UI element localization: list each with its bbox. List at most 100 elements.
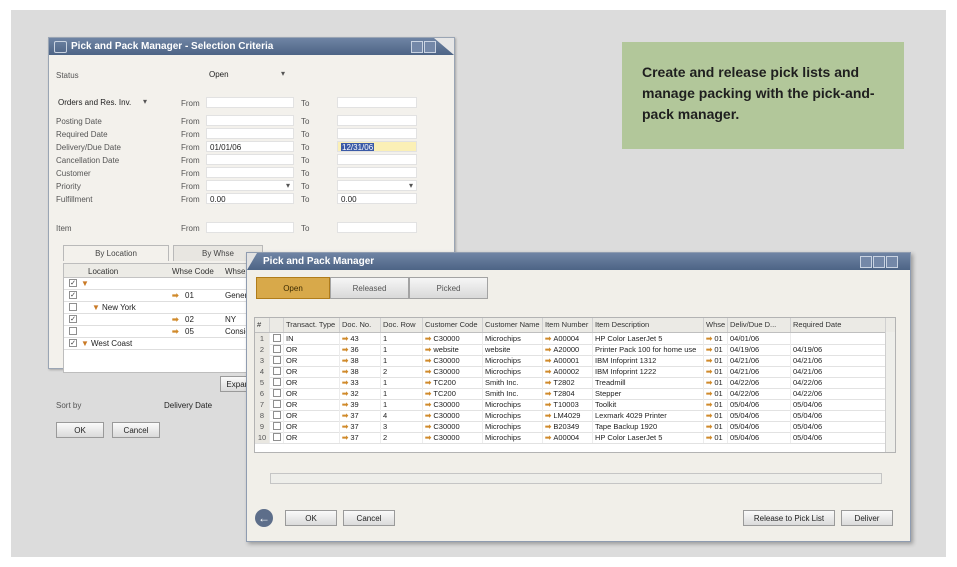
cell-text: IBM Infoprint 1222 xyxy=(595,367,657,376)
location-row[interactable]: ✓ ➡ 01 General xyxy=(64,290,262,302)
cancel-button[interactable]: Cancel xyxy=(343,510,395,526)
link-arrow-icon[interactable]: ➡ xyxy=(172,327,179,336)
tab-released[interactable]: Released xyxy=(330,277,409,299)
row-checkbox[interactable] xyxy=(273,378,281,386)
row-checkbox[interactable] xyxy=(69,303,77,311)
location-row[interactable]: ✓ ▼ xyxy=(64,278,262,290)
criteria-from-field[interactable] xyxy=(206,154,294,165)
selection-window-titlebar[interactable]: Pick and Pack Manager - Selection Criter… xyxy=(49,38,454,55)
row-checkbox[interactable]: ✓ xyxy=(69,339,77,347)
row-checkbox[interactable] xyxy=(273,356,281,364)
col-header-customer-name[interactable]: Customer Name xyxy=(483,318,543,332)
manager-window-titlebar[interactable]: Pick and Pack Manager xyxy=(247,253,910,270)
minimize-icon[interactable] xyxy=(860,256,872,268)
criteria-from-field[interactable] xyxy=(206,115,294,126)
row-checkbox[interactable] xyxy=(273,411,281,419)
back-arrow-icon[interactable]: ← xyxy=(255,509,273,527)
col-header-item-number[interactable]: Item Number xyxy=(543,318,593,332)
col-header-doc-row[interactable]: Doc. Row xyxy=(381,318,423,332)
criteria-to-field[interactable] xyxy=(337,115,417,126)
fulfillment-from-field[interactable]: 0.00 xyxy=(206,193,294,204)
maximize-icon[interactable] xyxy=(873,256,885,268)
cell-required-date: 05/04/06 xyxy=(791,410,886,421)
row-checkbox[interactable] xyxy=(273,334,281,342)
tree-expand-icon[interactable]: ▼ xyxy=(81,279,89,288)
doc-from-field[interactable] xyxy=(206,97,294,108)
cancel-button[interactable]: Cancel xyxy=(112,422,160,438)
criteria-from-field[interactable]: 01/01/06 xyxy=(206,141,294,152)
tab-open[interactable]: Open xyxy=(256,277,330,299)
col-header-select[interactable] xyxy=(270,318,284,332)
cell-text: Tape Backup 1920 xyxy=(595,422,658,431)
priority-to-dropdown[interactable] xyxy=(337,180,417,191)
row-checkbox[interactable] xyxy=(273,345,281,353)
ok-button[interactable]: OK xyxy=(285,510,337,526)
cell-text: 10 xyxy=(257,433,267,442)
row-checkbox[interactable] xyxy=(69,327,77,335)
tab-picked[interactable]: Picked xyxy=(409,277,488,299)
location-row[interactable]: ✓ ▼ West Coast xyxy=(64,338,262,350)
cell-whse: ➡ 01 xyxy=(704,399,728,410)
cell-text: OR xyxy=(286,433,298,442)
deliver-button[interactable]: Deliver xyxy=(841,510,893,526)
col-header-doc-no[interactable]: Doc. No. xyxy=(340,318,381,332)
tree-expand-icon[interactable]: ▼ xyxy=(92,303,100,312)
cell-doc-no: ➡ 37 xyxy=(340,410,381,421)
row-checkbox[interactable] xyxy=(273,400,281,408)
vertical-scrollbar[interactable] xyxy=(885,332,895,452)
location-row[interactable]: ▼ New York xyxy=(64,302,262,314)
col-header-item-description[interactable]: Item Description xyxy=(593,318,704,332)
criteria-to-field[interactable] xyxy=(337,154,417,165)
doc-to-field[interactable] xyxy=(337,97,417,108)
cell-text: 04/01/06 xyxy=(730,334,760,343)
item-from-field[interactable] xyxy=(206,222,294,233)
close-icon[interactable] xyxy=(424,41,436,53)
link-arrow-icon[interactable]: ➡ xyxy=(172,315,179,324)
row-checkbox[interactable]: ✓ xyxy=(69,279,77,287)
doc-type-dropdown[interactable]: Orders and Res. Inv. xyxy=(55,97,150,108)
priority-from-dropdown[interactable] xyxy=(206,180,294,191)
cell-text: 38 xyxy=(350,367,359,376)
cell-deliv-due-date: 04/19/06 xyxy=(728,344,791,355)
item-to-field[interactable] xyxy=(337,222,417,233)
fulfillment-to-field[interactable]: 0.00 xyxy=(337,193,417,204)
from-label: From xyxy=(181,195,200,204)
col-header-deliv-due-date[interactable]: Deliv/Due D... xyxy=(728,318,791,332)
minimize-icon[interactable] xyxy=(411,41,423,53)
location-row[interactable]: ✓ ➡ 02 NY xyxy=(64,314,262,326)
col-header-whse[interactable]: Whse xyxy=(704,318,728,332)
cell-text: B20349 xyxy=(553,422,580,431)
row-checkbox[interactable] xyxy=(273,389,281,397)
link-arrow-icon[interactable]: ➡ xyxy=(172,291,179,300)
row-checkbox[interactable] xyxy=(273,433,281,441)
cell-customer-code: ➡ C30000 xyxy=(423,410,483,421)
cell-row-select xyxy=(270,399,284,410)
tree-expand-icon[interactable]: ▼ xyxy=(81,339,89,348)
release-to-pick-list-button[interactable]: Release to Pick List xyxy=(743,510,835,526)
close-icon[interactable] xyxy=(886,256,898,268)
app-icon xyxy=(54,41,67,53)
criteria-from-field[interactable] xyxy=(206,167,294,178)
row-checkbox[interactable] xyxy=(273,422,281,430)
col-header-customer-code[interactable]: Customer Code xyxy=(423,318,483,332)
sort-by-value[interactable]: Delivery Date xyxy=(164,401,212,410)
location-row[interactable]: ➡ 05 Consignment xyxy=(64,326,262,338)
cell-text: Lexmark 4029 Printer xyxy=(595,411,667,420)
col-header-transact-type[interactable]: Transact. Type xyxy=(284,318,340,332)
row-checkbox[interactable] xyxy=(273,367,281,375)
delivery-to-field[interactable]: 12/31/06 xyxy=(337,141,417,152)
row-checkbox[interactable]: ✓ xyxy=(69,291,77,299)
criteria-from-field[interactable] xyxy=(206,128,294,139)
col-header-row-number[interactable]: # xyxy=(255,318,270,332)
criteria-to-field[interactable] xyxy=(337,167,417,178)
to-label: To xyxy=(301,195,310,204)
tab-by-location[interactable]: By Location xyxy=(63,245,169,261)
col-header-required-date[interactable]: Required Date xyxy=(791,318,886,332)
row-checkbox[interactable]: ✓ xyxy=(69,315,77,323)
ok-button[interactable]: OK xyxy=(56,422,104,438)
cell-text: C30000 xyxy=(433,400,460,409)
horizontal-scrollbar[interactable] xyxy=(270,473,882,484)
table-row[interactable]: 10 OR ➡ 37 2 ➡ C30000 Microchips ➡ A00004 HP Co… xyxy=(255,432,895,444)
status-dropdown[interactable]: Open xyxy=(206,69,288,80)
criteria-to-field[interactable] xyxy=(337,128,417,139)
